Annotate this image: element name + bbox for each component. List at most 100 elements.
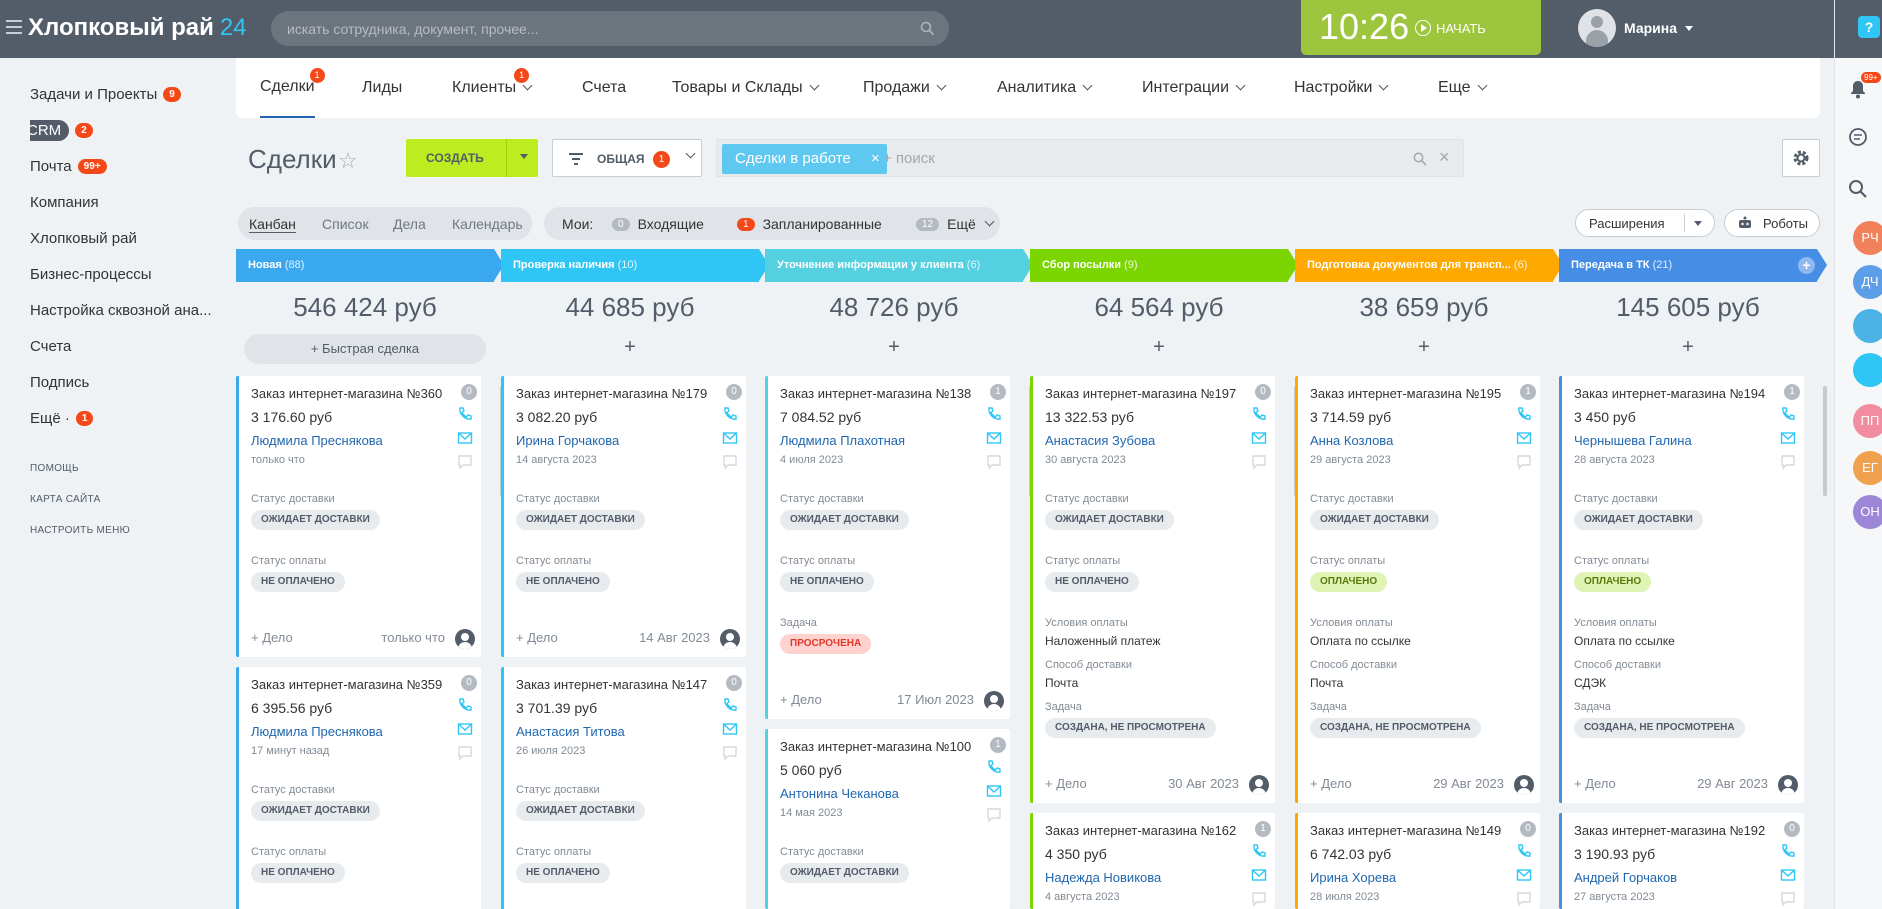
- filter-search-input[interactable]: [883, 140, 1283, 176]
- comment-icon[interactable]: [722, 454, 738, 470]
- comment-icon[interactable]: [1780, 891, 1796, 907]
- tab-invoices[interactable]: Счета: [582, 58, 626, 118]
- quick-deal-button[interactable]: + Быстрая сделка: [244, 334, 486, 364]
- scrollbar[interactable]: [1823, 386, 1827, 496]
- search-icon[interactable]: [1847, 178, 1869, 200]
- phone-icon[interactable]: [1780, 406, 1796, 422]
- create-button[interactable]: СОЗДАТЬ: [406, 139, 538, 177]
- client-link[interactable]: Людмила Плахотная: [780, 433, 905, 448]
- client-link[interactable]: Анна Козлова: [1310, 433, 1393, 448]
- search-icon[interactable]: [1413, 152, 1427, 166]
- phone-icon[interactable]: [1780, 843, 1796, 859]
- view-kanban[interactable]: Канбан: [249, 216, 296, 233]
- more-filter[interactable]: 12 Ещё: [916, 216, 995, 232]
- phone-icon[interactable]: [457, 406, 473, 422]
- logo[interactable]: Хлопковый рай 24: [28, 14, 247, 42]
- deal-card[interactable]: Заказ интернет-магазина №194 1 3 450 руб Че…: [1559, 376, 1804, 803]
- phone-icon[interactable]: [1251, 406, 1267, 422]
- avatar[interactable]: [1514, 775, 1534, 795]
- mail-icon[interactable]: [457, 721, 473, 737]
- filter-button[interactable]: ОБЩАЯ 1: [552, 139, 702, 177]
- client-link[interactable]: Ирина Горчакова: [516, 433, 619, 448]
- comment-icon[interactable]: [722, 745, 738, 761]
- close-icon[interactable]: ×: [871, 144, 880, 174]
- contact-avatar[interactable]: ПП: [1853, 404, 1882, 438]
- deal-title[interactable]: Заказ интернет-магазина №179: [516, 386, 707, 401]
- tab-products[interactable]: Товары и Склады: [672, 58, 820, 118]
- tab-more[interactable]: Еще: [1438, 58, 1488, 118]
- avatar[interactable]: [720, 629, 740, 649]
- star-icon[interactable]: ☆: [338, 148, 358, 174]
- client-link[interactable]: Надежда Новикова: [1045, 870, 1161, 885]
- mail-icon[interactable]: [1251, 867, 1267, 883]
- add-activity-link[interactable]: + Дело: [780, 692, 822, 707]
- menu-item-invoices[interactable]: Счета: [30, 328, 220, 364]
- tab-leads[interactable]: Лиды: [362, 58, 402, 118]
- phone-icon[interactable]: [986, 406, 1002, 422]
- contact-avatar[interactable]: РЧ: [1853, 221, 1882, 255]
- sitemap-link[interactable]: КАРТА САЙТА: [30, 494, 101, 505]
- group-avatar[interactable]: [1853, 353, 1882, 387]
- mail-icon[interactable]: [722, 430, 738, 446]
- phone-icon[interactable]: [986, 759, 1002, 775]
- user-menu[interactable]: Марина: [1578, 9, 1694, 47]
- comment-icon[interactable]: [1780, 454, 1796, 470]
- help-link[interactable]: ПОМОЩЬ: [30, 463, 79, 474]
- add-deal-button[interactable]: +: [1295, 336, 1553, 364]
- comment-icon[interactable]: [1516, 891, 1532, 907]
- tab-settings[interactable]: Настройки: [1294, 58, 1389, 118]
- comment-icon[interactable]: [1251, 454, 1267, 470]
- tab-integrations[interactable]: Интеграции: [1142, 58, 1246, 118]
- deal-title[interactable]: Заказ интернет-магазина №360: [251, 386, 442, 401]
- avatar[interactable]: [455, 629, 475, 649]
- deal-title[interactable]: Заказ интернет-магазина №194: [1574, 386, 1765, 401]
- avatar[interactable]: [1778, 775, 1798, 795]
- deal-card[interactable]: Заказ интернет-магазина №360 0 3 176.60 ру…: [236, 376, 481, 657]
- client-link[interactable]: Анастасия Зубова: [1045, 433, 1155, 448]
- deal-title[interactable]: Заказ интернет-магазина №195: [1310, 386, 1501, 401]
- deal-title[interactable]: Заказ интернет-магазина №100: [780, 739, 971, 754]
- comment-icon[interactable]: [1516, 454, 1532, 470]
- add-deal-button[interactable]: +: [1030, 336, 1288, 364]
- planned-filter[interactable]: 1 Запланированные: [737, 216, 882, 232]
- mail-icon[interactable]: [1780, 867, 1796, 883]
- chevron-down-icon[interactable]: [520, 154, 528, 159]
- clear-icon[interactable]: ×: [1439, 147, 1450, 168]
- client-link[interactable]: Чернышева Галина: [1574, 433, 1692, 448]
- chat-icon[interactable]: [1847, 126, 1869, 148]
- configure-menu-link[interactable]: НАСТРОИТЬ МЕНЮ: [30, 525, 130, 536]
- menu-item-more[interactable]: Ещё · 1: [30, 400, 220, 436]
- contact-avatar[interactable]: ОН: [1853, 495, 1882, 529]
- global-search[interactable]: [271, 11, 949, 46]
- menu-item-company[interactable]: Компания: [30, 184, 220, 220]
- comment-icon[interactable]: [986, 807, 1002, 823]
- deal-card[interactable]: Заказ интернет-магазина №192 0 3 190.93 ру…: [1559, 813, 1804, 909]
- column-header[interactable]: Подготовка документов для трансп... (6): [1295, 249, 1563, 282]
- client-link[interactable]: Анастасия Титова: [516, 724, 625, 739]
- deal-title[interactable]: Заказ интернет-магазина №147: [516, 677, 707, 692]
- client-link[interactable]: Ирина Хорева: [1310, 870, 1396, 885]
- add-deal-button[interactable]: +: [765, 336, 1023, 364]
- avatar[interactable]: [1249, 775, 1269, 795]
- client-link[interactable]: Людмила Преснякова: [251, 433, 383, 448]
- menu-item-bp[interactable]: Бизнес-процессы: [30, 256, 220, 292]
- column-header[interactable]: Передача в ТК (21) +: [1559, 249, 1827, 282]
- phone-icon[interactable]: [722, 406, 738, 422]
- chevron-down-icon[interactable]: [1694, 221, 1702, 226]
- menu-item-mail[interactable]: Почта 99+: [30, 148, 220, 184]
- deal-title[interactable]: Заказ интернет-магазина №149: [1310, 823, 1501, 838]
- mail-icon[interactable]: [1251, 430, 1267, 446]
- mail-icon[interactable]: [986, 783, 1002, 799]
- add-activity-link[interactable]: + Дело: [1574, 776, 1616, 791]
- view-calendar[interactable]: Календарь: [452, 216, 523, 232]
- contact-avatar[interactable]: ЕГ: [1853, 451, 1882, 485]
- mail-icon[interactable]: [1516, 430, 1532, 446]
- worktime-widget[interactable]: 10:26 НАЧАТЬ: [1301, 0, 1541, 55]
- help-button[interactable]: ?: [1858, 16, 1880, 38]
- comment-icon[interactable]: [986, 454, 1002, 470]
- deal-card[interactable]: Заказ интернет-магазина №179 0 3 082.20 ру…: [501, 376, 746, 657]
- comment-icon[interactable]: [457, 745, 473, 761]
- client-link[interactable]: Антонина Чеканова: [780, 786, 899, 801]
- deal-card[interactable]: Заказ интернет-магазина №197 0 13 322.53 р…: [1030, 376, 1275, 803]
- robots-button[interactable]: Роботы: [1724, 209, 1820, 237]
